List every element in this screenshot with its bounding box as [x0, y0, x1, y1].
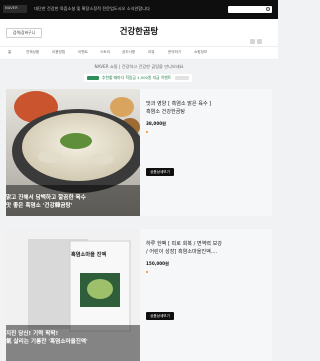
category-notice[interactable]: 공지사항 [122, 50, 135, 55]
category-qna[interactable]: 문의하기 [168, 50, 181, 55]
category-guide[interactable]: 이용방법 [52, 50, 65, 55]
category-event[interactable]: 이벤트 [78, 50, 88, 55]
top-bar: NAVER 대단한 건강한 육즙소설 및 확장소정적 전문업도시오 소식안합니다 [0, 0, 278, 19]
store-title: 건강한곰탕 [119, 26, 159, 36]
category-nav: 홈 전체상품 이용방법 이벤트 스토리 공지사항 리뷰 문의하기 쇼핑정보 [0, 46, 278, 60]
product-name-1a[interactable]: 맛과 영양 [ 흑염소 맑은 육수 ] [146, 101, 272, 108]
product-caption-2b: 氣 살리는 기룡찬 '흑염소마을진액' [6, 339, 88, 345]
product-detail-button-1[interactable]: 상품상세보기 [146, 168, 174, 176]
product-caption-1b: 맛 좋은 흑염소 '건강韓곰탕' [6, 203, 73, 209]
category-all[interactable]: 전체상품 [26, 50, 39, 55]
brand-label: NAVER [5, 6, 18, 10]
event-tag [87, 76, 99, 80]
menu-icon[interactable] [257, 39, 262, 44]
category-review[interactable]: 리뷰 [148, 50, 155, 55]
category-info[interactable]: 쇼핑정보 [194, 50, 207, 55]
event-logo [175, 76, 189, 80]
product-dot-1 [146, 131, 148, 133]
product-name-1b[interactable]: 흑염소 건강한곰탕 [146, 109, 272, 116]
naver-banner[interactable]: NAVER 쇼핑 | 건강하고 건강한 곰탕을 만나보세요 [0, 62, 278, 72]
product-detail-button-2[interactable]: 상품상세보기 [146, 312, 174, 320]
event-banner[interactable]: 추천할 때마다 적립금 1,000원 지급 이벤트 [84, 74, 192, 82]
product-dot-2 [146, 271, 148, 273]
product-name-2b[interactable]: / 어린이 성장] 흑염소마을진액.... [146, 249, 272, 256]
package-label: 흑염소마을 진액 [71, 252, 107, 258]
top-notice: 대단한 건강한 육즙소설 및 확장소정적 전문업도시오 소식안합니다 [34, 6, 150, 11]
category-home[interactable]: 홈 [8, 50, 11, 55]
event-text: 추천할 때마다 적립금 1,000원 지급 이벤트 [102, 75, 172, 80]
search-icon[interactable] [266, 7, 270, 11]
product-price-1: 38,000원 [146, 121, 167, 126]
product-name-2a[interactable]: 하루 한팩 [ 피로 회복 / 면역력 보강 [146, 241, 272, 248]
product-caption-2a: 지친 당신! 기력 팍팍! [6, 331, 59, 337]
top-search-input[interactable] [228, 6, 272, 13]
product-price-2: 150,000원 [146, 261, 169, 266]
header-icons [248, 29, 272, 44]
cart-icon[interactable] [250, 39, 255, 44]
product-caption-1a: 맑고 진해서 담백하고 깔끔한 육수 [6, 195, 86, 201]
category-story[interactable]: 스토리 [100, 50, 110, 55]
